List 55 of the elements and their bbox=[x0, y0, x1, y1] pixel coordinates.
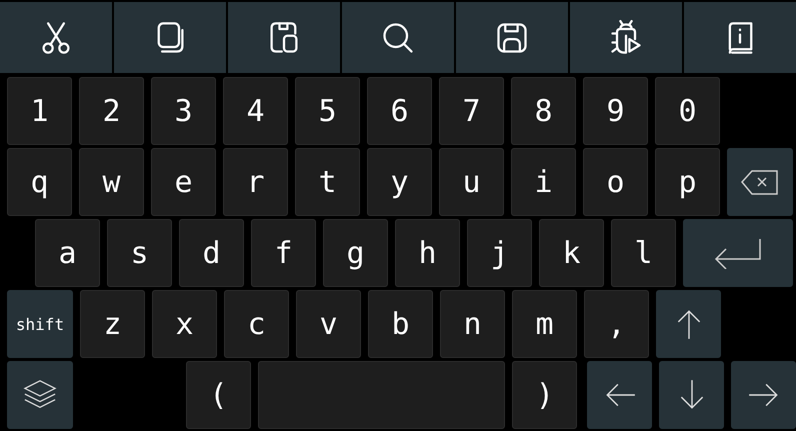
arrow-key[interactable] bbox=[656, 290, 721, 358]
key[interactable]: r bbox=[223, 148, 288, 216]
arrow-key[interactable] bbox=[659, 361, 724, 429]
key[interactable]: 3 bbox=[151, 77, 216, 145]
key[interactable]: p bbox=[655, 148, 720, 216]
key[interactable]: u bbox=[439, 148, 504, 216]
key[interactable]: o bbox=[583, 148, 648, 216]
key[interactable]: l bbox=[611, 219, 676, 287]
backspace-icon bbox=[740, 168, 780, 196]
layers-key[interactable] bbox=[7, 361, 73, 429]
key[interactable]: 0 bbox=[655, 77, 720, 145]
key[interactable]: c bbox=[224, 290, 289, 358]
key[interactable]: w bbox=[79, 148, 144, 216]
key[interactable]: d bbox=[179, 219, 244, 287]
key[interactable]: m bbox=[512, 290, 577, 358]
backspace-key[interactable] bbox=[727, 148, 793, 216]
key[interactable]: ) bbox=[512, 361, 578, 429]
key[interactable]: 6 bbox=[367, 77, 432, 145]
key[interactable]: 4 bbox=[223, 77, 288, 145]
key[interactable]: x bbox=[152, 290, 217, 358]
key[interactable]: i bbox=[511, 148, 576, 216]
key[interactable]: q bbox=[7, 148, 72, 216]
key[interactable]: b bbox=[368, 290, 433, 358]
key[interactable]: a bbox=[35, 219, 100, 287]
arrow-key[interactable] bbox=[587, 361, 652, 429]
key[interactable]: 7 bbox=[439, 77, 504, 145]
key[interactable]: s bbox=[107, 219, 172, 287]
key[interactable]: 8 bbox=[511, 77, 576, 145]
key[interactable]: v bbox=[296, 290, 361, 358]
key[interactable]: 9 bbox=[583, 77, 648, 145]
key[interactable]: 2 bbox=[79, 77, 144, 145]
key[interactable]: 1 bbox=[7, 77, 72, 145]
arrow-key[interactable] bbox=[731, 361, 796, 429]
toolbar-button[interactable] bbox=[228, 2, 340, 73]
key[interactable]: z bbox=[80, 290, 145, 358]
key[interactable]: y bbox=[367, 148, 432, 216]
key[interactable]: k bbox=[539, 219, 604, 287]
shift-key[interactable]: shift bbox=[7, 290, 73, 358]
key[interactable]: h bbox=[395, 219, 460, 287]
key[interactable]: g bbox=[323, 219, 388, 287]
key[interactable]: f bbox=[251, 219, 316, 287]
toolbar-button[interactable] bbox=[570, 2, 682, 73]
key[interactable]: ( bbox=[186, 361, 251, 429]
key[interactable]: j bbox=[467, 219, 532, 287]
enter-icon bbox=[714, 237, 762, 269]
key[interactable]: e bbox=[151, 148, 216, 216]
key[interactable]: t bbox=[295, 148, 360, 216]
toolbar-button[interactable] bbox=[114, 2, 226, 73]
toolbar-button[interactable] bbox=[0, 2, 112, 73]
key[interactable]: , bbox=[584, 290, 649, 358]
toolbar-button[interactable] bbox=[342, 2, 454, 73]
toolbar-button[interactable] bbox=[684, 2, 796, 73]
toolbar-button[interactable] bbox=[456, 2, 568, 73]
key[interactable]: n bbox=[440, 290, 505, 358]
key[interactable]: 5 bbox=[295, 77, 360, 145]
